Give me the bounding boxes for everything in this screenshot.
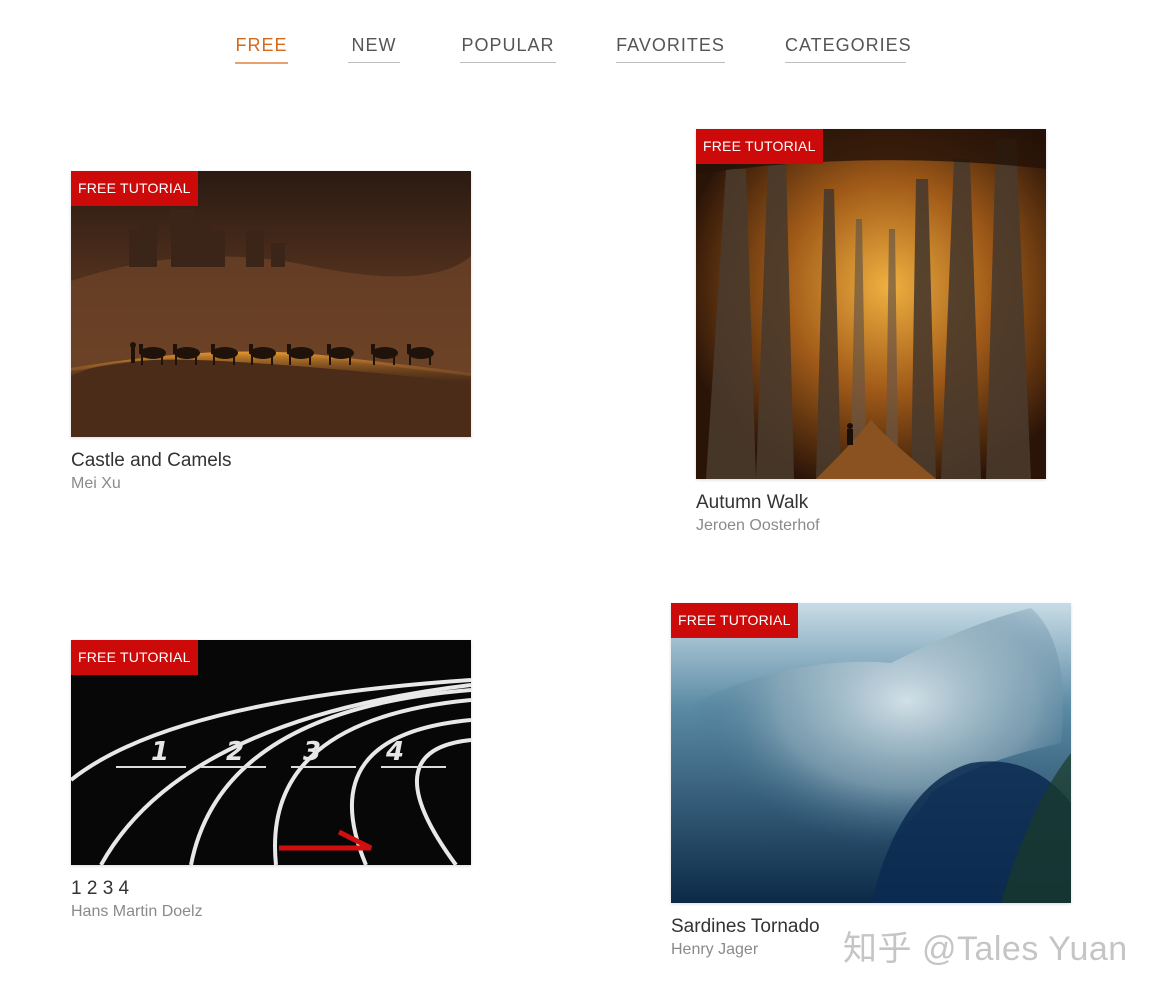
tutorial-card-sardines-tornado: FREE TUTORIAL Sardines Tornado Henry Jag… — [671, 603, 1071, 961]
card-author[interactable]: Jeroen Oosterhof — [696, 515, 1046, 537]
tab-popular[interactable]: POPULAR — [460, 34, 556, 63]
watermark: 知乎 @Tales Yuan — [843, 930, 1128, 968]
tab-categories[interactable]: CATEGORIES — [785, 34, 911, 63]
lane-number: 1 — [151, 737, 169, 767]
card-author[interactable]: Mei Xu — [71, 473, 471, 495]
free-tutorial-badge: FREE TUTORIAL — [71, 640, 198, 675]
tab-new[interactable]: NEW — [348, 34, 400, 63]
autumn-forest-image — [696, 129, 1046, 479]
card-author[interactable]: Hans Martin Doelz — [71, 901, 471, 923]
category-nav: FREE NEW POPULAR FAVORITES CATEGORIES — [0, 34, 1152, 66]
card-title[interactable]: 1 2 3 4 — [71, 877, 471, 901]
tutorial-thumbnail[interactable]: FREE TUTORIAL — [696, 129, 1046, 479]
lane-number: 2 — [226, 737, 244, 767]
free-tutorial-badge: FREE TUTORIAL — [671, 603, 798, 638]
tab-free[interactable]: FREE — [235, 34, 288, 64]
sardines-underwater-image — [671, 603, 1071, 903]
tab-favorites[interactable]: FAVORITES — [616, 34, 725, 63]
card-title[interactable]: Autumn Walk — [696, 491, 1046, 515]
tutorial-card-1234: 1 2 3 4 FREE TUTORIAL 1 2 3 4 Hans Marti… — [71, 640, 471, 923]
tutorial-thumbnail[interactable]: FREE TUTORIAL — [671, 603, 1071, 903]
free-tutorial-badge: FREE TUTORIAL — [71, 171, 198, 206]
lane-number: 3 — [303, 737, 321, 767]
tutorial-thumbnail[interactable]: 1 2 3 4 FREE TUTORIAL — [71, 640, 471, 865]
tutorial-card-castle-and-camels: FREE TUTORIAL Castle and Camels Mei Xu — [71, 171, 471, 495]
desert-camels-image — [71, 171, 471, 437]
card-title[interactable]: Castle and Camels — [71, 449, 471, 473]
free-tutorial-badge: FREE TUTORIAL — [696, 129, 823, 164]
tutorial-thumbnail[interactable]: FREE TUTORIAL — [71, 171, 471, 437]
lane-number: 4 — [385, 737, 404, 767]
tutorial-card-autumn-walk: FREE TUTORIAL Autumn Walk Jeroen Oosterh… — [696, 129, 1046, 537]
